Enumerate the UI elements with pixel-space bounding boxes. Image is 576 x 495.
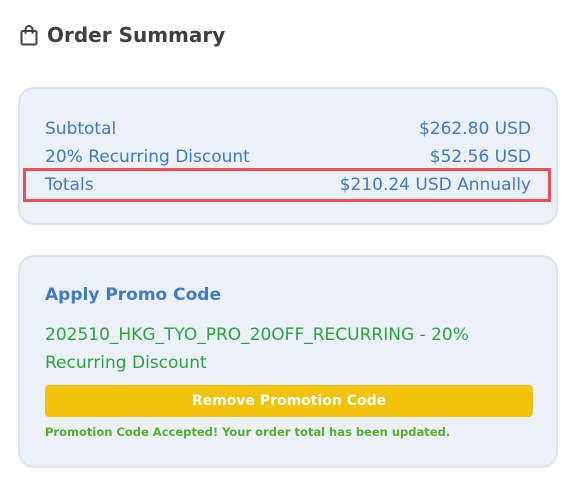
subtotal-row: Subtotal $262.80 USD [45, 117, 531, 141]
remove-promotion-code-button[interactable]: Remove Promotion Code [45, 385, 533, 417]
promo-status-message: Promotion Code Accepted! Your order tota… [45, 425, 451, 439]
promo-code-card: Apply Promo Code 202510_HKG_TYO_PRO_20OF… [18, 255, 558, 468]
promo-title: Apply Promo Code [45, 285, 222, 305]
totals-value: $210.24 USD Annually [339, 175, 531, 195]
applied-promo-code: 202510_HKG_TYO_PRO_20OFF_RECURRING - 20%… [45, 325, 469, 373]
discount-label: 20% Recurring Discount [45, 147, 250, 167]
discount-value: $52.56 USD [429, 147, 531, 167]
order-summary-card: Subtotal $262.80 USD 20% Recurring Disco… [18, 87, 558, 225]
page-title: Order Summary [47, 23, 226, 47]
totals-row: Totals $210.24 USD Annually [45, 173, 531, 197]
order-summary-header: Order Summary [20, 20, 225, 50]
totals-label: Totals [45, 175, 94, 195]
shopping-bag-icon [20, 25, 38, 46]
subtotal-label: Subtotal [45, 119, 117, 139]
subtotal-value: $262.80 USD [418, 119, 531, 139]
discount-row: 20% Recurring Discount $52.56 USD [45, 145, 531, 169]
